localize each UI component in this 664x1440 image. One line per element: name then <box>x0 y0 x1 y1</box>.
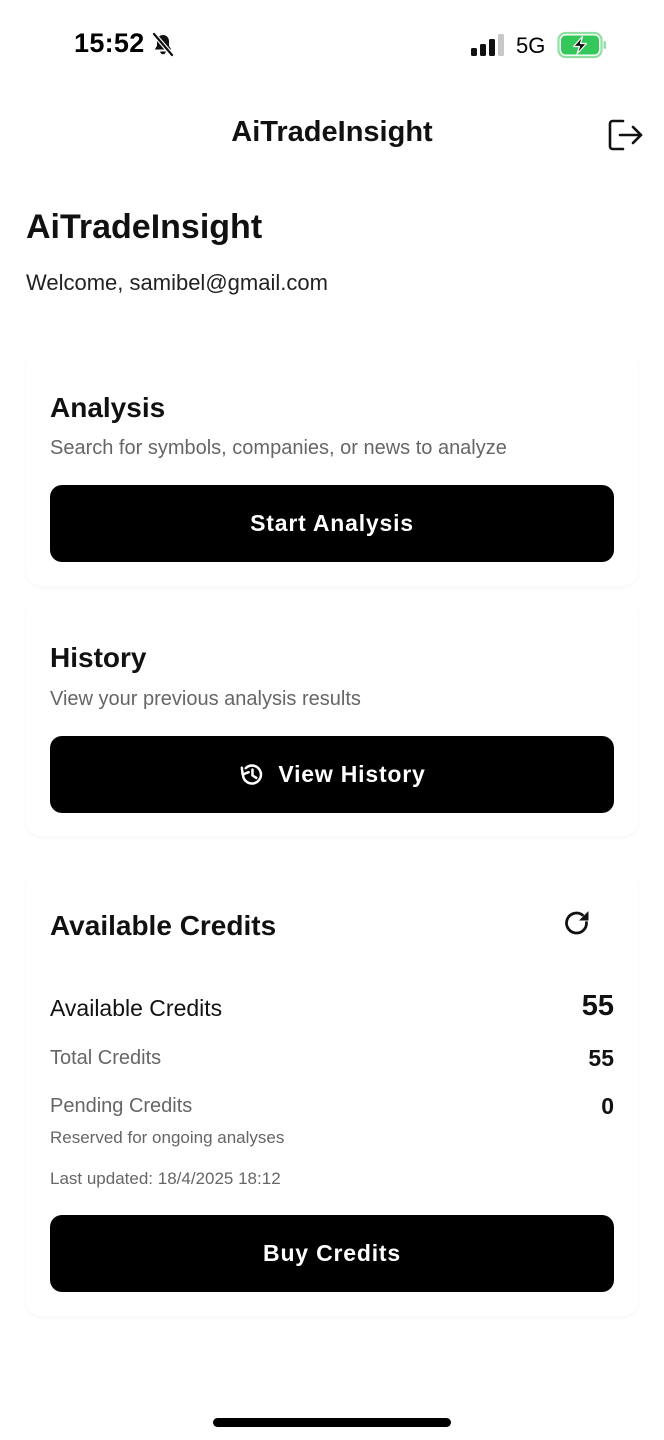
home-indicator <box>213 1418 451 1427</box>
total-credits-value: 55 <box>588 1045 614 1071</box>
view-history-button[interactable]: View History <box>50 736 614 813</box>
history-card: History View your previous analysis resu… <box>26 600 638 836</box>
status-time: 15:52 <box>74 28 145 58</box>
start-analysis-button[interactable]: Start Analysis <box>50 485 614 562</box>
history-subtitle: View your previous analysis results <box>50 688 361 710</box>
pending-credits-value: 0 <box>601 1093 614 1119</box>
refresh-icon[interactable] <box>562 908 592 940</box>
view-history-label: View History <box>278 761 426 787</box>
analysis-title: Analysis <box>50 392 166 423</box>
signal-icon <box>471 34 504 56</box>
buy-credits-button[interactable]: Buy Credits <box>50 1215 614 1292</box>
last-updated-text: Last updated: 18/4/2025 18:12 <box>50 1169 281 1188</box>
available-credits-value: 55 <box>581 990 614 1022</box>
total-credits-label: Total Credits <box>50 1047 162 1069</box>
network-label: 5G <box>516 33 546 58</box>
analysis-card: Analysis Search for symbols, companies, … <box>26 350 638 586</box>
buy-credits-label: Buy Credits <box>263 1240 401 1266</box>
credits-card: Available Credits Available Credits 55 T… <box>26 868 638 1316</box>
page-title: AiTradeInsight <box>26 208 263 246</box>
available-credits-label: Available Credits <box>50 995 223 1021</box>
start-analysis-label: Start Analysis <box>250 510 414 536</box>
logout-button[interactable] <box>606 117 646 153</box>
welcome-text: Welcome, samibel@gmail.com <box>26 270 328 295</box>
pending-credits-note: Reserved for ongoing analyses <box>50 1128 285 1147</box>
bell-slash-icon <box>152 32 174 57</box>
history-title: History <box>50 642 147 673</box>
app-bar-title: AiTradeInsight <box>231 116 433 148</box>
history-icon <box>240 764 263 785</box>
status-bar: 15:52 5G <box>0 0 664 90</box>
credits-title: Available Credits <box>50 910 277 941</box>
battery-charging-icon <box>557 31 606 59</box>
analysis-subtitle: Search for symbols, companies, or news t… <box>50 437 507 459</box>
pending-credits-label: Pending Credits <box>50 1095 193 1117</box>
